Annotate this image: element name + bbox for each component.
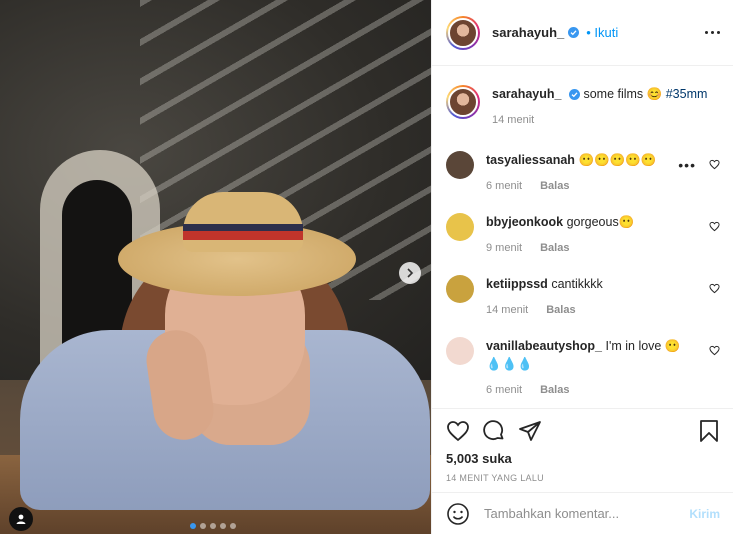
comment-avatar[interactable] xyxy=(446,151,474,179)
caption-body: sarahayuh_ some films 😊 #35mm 14 menit xyxy=(492,85,707,129)
comment-text: 😶😶😶😶😶 xyxy=(578,153,657,167)
reply-button[interactable]: Balas xyxy=(546,301,575,319)
chevron-right-icon xyxy=(407,268,414,278)
carousel-dot xyxy=(190,523,196,529)
user-tag-button[interactable] xyxy=(9,507,33,531)
carousel-dot xyxy=(220,523,226,529)
author-avatar[interactable] xyxy=(448,17,478,48)
comment-text: gorgeous😶 xyxy=(566,215,635,229)
author-username[interactable]: sarahayuh_ xyxy=(492,25,564,40)
carousel-dot xyxy=(210,523,216,529)
carousel-dots xyxy=(190,523,236,529)
add-comment-bar: Kirim xyxy=(432,492,733,534)
carousel-dot xyxy=(200,523,206,529)
comments-list[interactable]: sarahayuh_ some films 😊 #35mm 14 menit t… xyxy=(432,67,733,408)
share-icon[interactable] xyxy=(518,419,542,443)
comment-input[interactable] xyxy=(482,505,676,522)
comment-heart-icon[interactable] xyxy=(709,283,720,294)
action-bar xyxy=(446,419,720,445)
bookmark-icon[interactable] xyxy=(698,419,720,443)
caption-avatar[interactable] xyxy=(448,87,478,117)
follow-button[interactable]: • Ikuti xyxy=(586,25,618,40)
comment-username[interactable]: bbyjeonkook xyxy=(486,215,563,229)
comment-meta: 14 menit Balas xyxy=(486,301,603,319)
comment-meta: 6 menit Balas xyxy=(486,177,656,195)
comment-icon[interactable] xyxy=(482,419,506,443)
photo-hat-crown xyxy=(183,192,303,252)
emoji-button[interactable] xyxy=(446,502,470,526)
heart-icon[interactable] xyxy=(446,419,470,443)
carousel-next-button[interactable] xyxy=(399,262,421,284)
comment-time[interactable]: 9 menit xyxy=(486,239,522,257)
post-caption: sarahayuh_ some films 😊 #35mm 14 menit xyxy=(446,85,707,129)
comment-time[interactable]: 6 menit xyxy=(486,177,522,195)
user-tag-icon xyxy=(16,514,26,524)
comment-username[interactable]: vanillabeautyshop_ xyxy=(486,339,602,353)
comment-heart-icon[interactable] xyxy=(709,159,720,170)
post-comment-button[interactable]: Kirim xyxy=(689,507,720,521)
more-options-icon[interactable] xyxy=(705,31,720,34)
comment-avatar[interactable] xyxy=(446,275,474,303)
comment-meta: 9 menit Balas xyxy=(486,239,634,257)
verified-badge-icon xyxy=(568,89,580,101)
comment-item: tasyaliessanah 😶😶😶😶😶 6 menit Balas ••• xyxy=(446,151,722,195)
comment-avatar[interactable] xyxy=(446,337,474,365)
comment-username[interactable]: ketiippssd xyxy=(486,277,548,291)
comment-body: vanillabeautyshop_ I'm in love 😶 💧💧💧 6 m… xyxy=(486,337,696,399)
comment-text: cantikkkk xyxy=(551,277,603,291)
caption-text: some films 😊 xyxy=(583,87,663,101)
post-side-panel: sarahayuh_ • Ikuti sarahayuh_ some films… xyxy=(431,0,733,534)
reply-button[interactable]: Balas xyxy=(540,239,569,257)
comment-time[interactable]: 6 menit xyxy=(486,381,522,399)
photo-hat-band xyxy=(183,224,303,240)
carousel-dot xyxy=(230,523,236,529)
post-actions: 5,003 suka 14 MENIT YANG LALU xyxy=(432,408,733,493)
comment-item: vanillabeautyshop_ I'm in love 😶 💧💧💧 6 m… xyxy=(446,337,722,399)
caption-hashtag[interactable]: #35mm xyxy=(666,87,708,101)
comment-time[interactable]: 14 menit xyxy=(486,301,528,319)
comment-body: tasyaliessanah 😶😶😶😶😶 6 menit Balas xyxy=(486,151,656,195)
comment-body: bbyjeonkook gorgeous😶 9 menit Balas xyxy=(486,213,634,257)
comment-heart-icon[interactable] xyxy=(709,345,720,356)
comment-meta: 6 menit Balas xyxy=(486,381,696,399)
comment-item: ketiippssd cantikkkk 14 menit Balas xyxy=(446,275,722,319)
post-timestamp[interactable]: 14 MENIT YANG LALU xyxy=(446,473,544,483)
likes-count[interactable]: 5,003 suka xyxy=(446,451,512,466)
comment-body: ketiippssd cantikkkk 14 menit Balas xyxy=(486,275,603,319)
comment-more-icon[interactable]: ••• xyxy=(678,157,696,173)
reply-button[interactable]: Balas xyxy=(540,381,569,399)
comment-username[interactable]: tasyaliessanah xyxy=(486,153,575,167)
comment-heart-icon[interactable] xyxy=(709,221,720,232)
verified-badge-icon xyxy=(568,27,580,38)
reply-button[interactable]: Balas xyxy=(540,177,569,195)
post-photo[interactable] xyxy=(0,0,431,534)
author-avatar-ring[interactable] xyxy=(446,15,480,50)
caption-username[interactable]: sarahayuh_ xyxy=(492,87,561,101)
caption-meta: 14 menit xyxy=(492,111,707,129)
caption-time[interactable]: 14 menit xyxy=(492,111,534,129)
caption-avatar-ring[interactable] xyxy=(446,85,480,119)
comment-avatar[interactable] xyxy=(446,213,474,241)
comment-item: bbyjeonkook gorgeous😶 9 menit Balas xyxy=(446,213,722,257)
post-header: sarahayuh_ • Ikuti xyxy=(432,0,733,66)
emoji-icon xyxy=(447,502,469,525)
